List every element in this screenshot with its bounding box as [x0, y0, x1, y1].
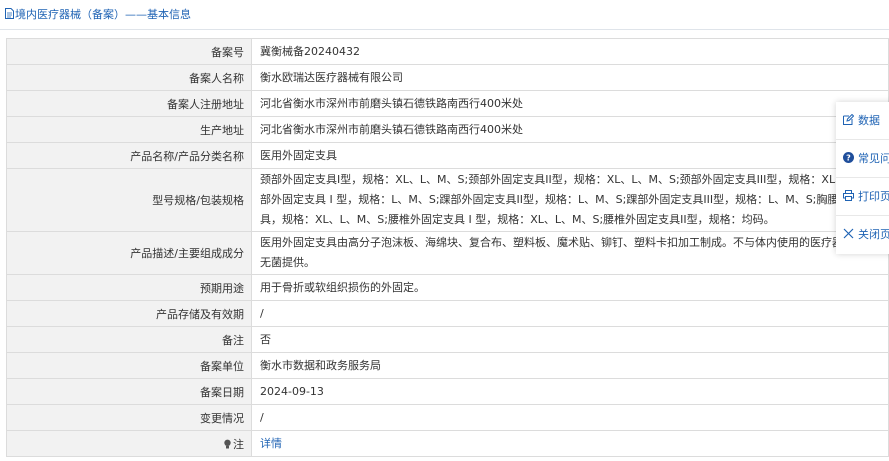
field-label: 预期用途 — [6, 274, 252, 301]
table-row: 产品名称/产品分类名称 医用外固定支具 — [6, 142, 889, 169]
field-label: 备案人名称 — [6, 64, 252, 91]
document-icon — [5, 8, 14, 19]
table-row: 产品存储及有效期 / — [6, 300, 889, 327]
value-line: 医用外固定支具由高分子泡沫板、海绵块、复合布、塑料板、魔术贴、铆钉、塑料卡扣加工… — [260, 236, 876, 249]
field-value: 医用外固定支具由高分子泡沫板、海绵块、复合布、塑料板、魔术贴、铆钉、塑料卡扣加工… — [251, 231, 889, 275]
value-line: 部外固定支具 I 型，规格：L、M、S;踝部外固定支具II型，规格：L、M、S;… — [260, 193, 889, 206]
field-value: 河北省衡水市深州市前磨头镇石德铁路南西行400米处 — [251, 116, 889, 143]
table-row: 注 详情 — [6, 430, 889, 457]
page-title: 境内医疗器械（备案）——基本信息 — [15, 8, 191, 21]
table-row: 备注 否 — [6, 326, 889, 353]
field-value: 2024-09-13 — [251, 378, 889, 405]
field-value: 河北省衡水市深州市前磨头镇石德铁路南西行400米处 — [251, 90, 889, 117]
field-label: 产品描述/主要组成成分 — [6, 231, 252, 275]
value-line: 无菌提供。 — [260, 256, 315, 269]
field-label: 备案人注册地址 — [6, 90, 252, 117]
note-label: 注 — [233, 437, 244, 451]
field-value: 衡水欧瑞达医疗器械有限公司 — [251, 64, 889, 91]
print-page-button[interactable]: 打印页 — [836, 178, 889, 216]
floating-tools-panel: 数据 ? 常见问 打印页 关闭页 — [836, 102, 889, 254]
field-value: / — [251, 404, 889, 431]
svg-text:?: ? — [846, 154, 851, 163]
field-label: 生产地址 — [6, 116, 252, 143]
page-header: 境内医疗器械（备案）——基本信息 — [0, 0, 889, 30]
field-value: 颈部外固定支具I型，规格：XL、L、M、S;颈部外固定支具II型，规格：XL、L… — [251, 168, 889, 232]
field-value: 医用外固定支具 — [251, 142, 889, 169]
field-value: 衡水市数据和政务服务局 — [251, 352, 889, 379]
field-value: 详情 — [251, 430, 889, 457]
float-item-label: 关闭页 — [858, 228, 889, 241]
table-row: 备案号 冀衡械备20240432 — [6, 38, 889, 65]
help-icon: ? — [843, 152, 854, 163]
print-icon — [843, 190, 854, 201]
record-info-table: 备案号 冀衡械备20240432 备案人名称 衡水欧瑞达医疗器械有限公司 备案人… — [6, 38, 889, 457]
table-row: 变更情况 / — [6, 404, 889, 431]
table-row: 备案人注册地址 河北省衡水市深州市前磨头镇石德铁路南西行400米处 — [6, 90, 889, 117]
data-feedback-button[interactable]: 数据 — [836, 102, 889, 140]
table-row: 预期用途 用于骨折或软组织损伤的外固定。 — [6, 274, 889, 301]
field-label: 产品名称/产品分类名称 — [6, 142, 252, 169]
value-line: 具，规格：XL、L、M、S;腰椎外固定支具 I 型，规格：XL、L、M、S;腰椎… — [260, 213, 775, 226]
table-row: 产品描述/主要组成成分 医用外固定支具由高分子泡沫板、海绵块、复合布、塑料板、魔… — [6, 231, 889, 275]
field-label: 备案单位 — [6, 352, 252, 379]
float-item-label: 常见问 — [858, 152, 889, 165]
value-line: 颈部外固定支具I型，规格：XL、L、M、S;颈部外固定支具II型，规格：XL、L… — [260, 173, 889, 186]
table-row: 备案人名称 衡水欧瑞达医疗器械有限公司 — [6, 64, 889, 91]
field-value: / — [251, 300, 889, 327]
float-item-label: 数据 — [858, 114, 880, 127]
table-row: 备案日期 2024-09-13 — [6, 378, 889, 405]
field-value: 用于骨折或软组织损伤的外固定。 — [251, 274, 889, 301]
field-label: 备案号 — [6, 38, 252, 65]
field-label: 注 — [6, 430, 252, 457]
lightbulb-icon — [224, 439, 231, 448]
close-icon — [843, 228, 854, 239]
field-value: 否 — [251, 326, 889, 353]
float-item-label: 打印页 — [858, 190, 889, 203]
field-label: 变更情况 — [6, 404, 252, 431]
close-page-button[interactable]: 关闭页 — [836, 216, 889, 254]
table-row: 生产地址 河北省衡水市深州市前磨头镇石德铁路南西行400米处 — [6, 116, 889, 143]
field-label: 备注 — [6, 326, 252, 353]
table-row: 备案单位 衡水市数据和政务服务局 — [6, 352, 889, 379]
details-link[interactable]: 详情 — [260, 437, 282, 450]
field-label: 产品存储及有效期 — [6, 300, 252, 327]
field-label: 备案日期 — [6, 378, 252, 405]
table-row: 型号规格/包装规格 颈部外固定支具I型，规格：XL、L、M、S;颈部外固定支具I… — [6, 168, 889, 232]
edit-icon — [843, 113, 855, 125]
field-label: 型号规格/包装规格 — [6, 168, 252, 232]
field-value: 冀衡械备20240432 — [251, 38, 889, 65]
faq-button[interactable]: ? 常见问 — [836, 140, 889, 178]
